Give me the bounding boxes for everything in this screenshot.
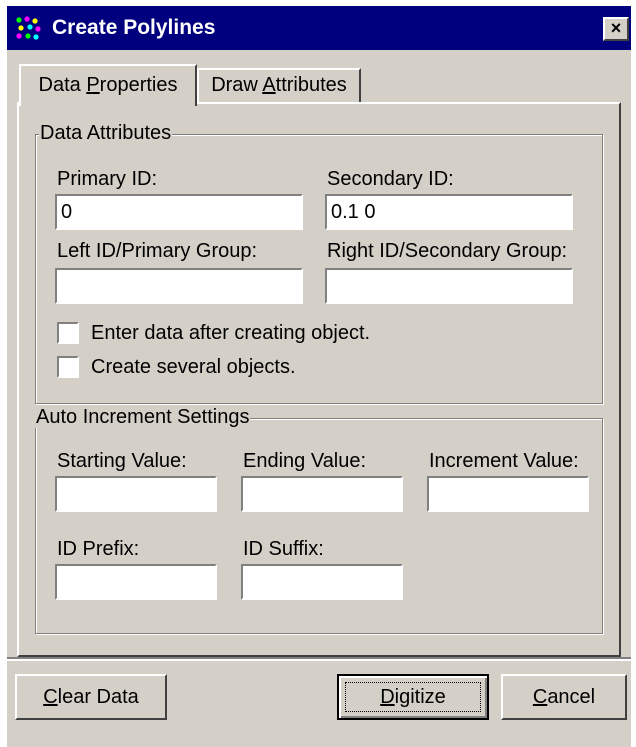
enter-data-checkbox[interactable] <box>57 322 79 344</box>
ending-value-input[interactable] <box>241 476 403 512</box>
secondary-id-label: Secondary ID: <box>327 168 454 190</box>
close-button[interactable]: × <box>603 17 629 41</box>
clear-data-button[interactable]: Clear Data <box>15 674 167 720</box>
secondary-id-input[interactable] <box>325 194 573 230</box>
close-icon: × <box>610 18 622 38</box>
cancel-label: Cancel <box>532 686 596 708</box>
ending-value-label: Ending Value: <box>243 450 367 472</box>
increment-value-label: Increment Value: <box>429 450 579 472</box>
right-id-input[interactable] <box>325 268 573 304</box>
polyline-dots-icon <box>16 16 41 40</box>
primary-id-input[interactable] <box>55 194 303 230</box>
id-suffix-input[interactable] <box>241 564 403 600</box>
starting-value-label: Starting Value: <box>57 450 187 472</box>
data-attributes-legend: Data Attributes <box>39 122 173 144</box>
window-title: Create Polylines <box>52 16 216 39</box>
tab-label: Data Properties <box>38 74 178 96</box>
enter-data-checkbox-label[interactable]: Enter data after creating object. <box>91 322 370 344</box>
id-suffix-label: ID Suffix: <box>243 538 324 560</box>
separator-highlight <box>7 659 631 661</box>
increment-value-input[interactable] <box>427 476 589 512</box>
several-objects-checkbox-label[interactable]: Create several objects. <box>91 356 296 378</box>
left-id-input[interactable] <box>55 268 303 304</box>
several-objects-checkbox[interactable] <box>57 356 79 378</box>
title-bar[interactable]: Create Polylines × <box>7 6 631 50</box>
tab-data-properties[interactable]: Data Properties <box>19 64 197 106</box>
create-polylines-dialog: Create Polylines × Data Properties Draw … <box>7 6 631 747</box>
right-id-label: Right ID/Secondary Group: <box>327 240 568 262</box>
id-prefix-input[interactable] <box>55 564 217 600</box>
starting-value-input[interactable] <box>55 476 217 512</box>
left-id-label: Left ID/Primary Group: <box>57 240 258 262</box>
clear-data-label: Clear Data <box>43 686 139 708</box>
tab-panel: Data Attributes Primary ID: Secondary ID… <box>17 102 621 657</box>
auto-increment-legend: Auto Increment Settings <box>35 406 251 428</box>
digitize-button[interactable]: Digitize <box>337 674 489 720</box>
focus-ring <box>345 682 481 712</box>
id-prefix-label: ID Prefix: <box>57 538 140 560</box>
tab-label: Draw Attributes <box>211 74 347 96</box>
primary-id-label: Primary ID: <box>57 168 157 190</box>
tab-draw-attributes[interactable]: Draw Attributes <box>197 68 361 102</box>
cancel-button[interactable]: Cancel <box>501 674 627 720</box>
